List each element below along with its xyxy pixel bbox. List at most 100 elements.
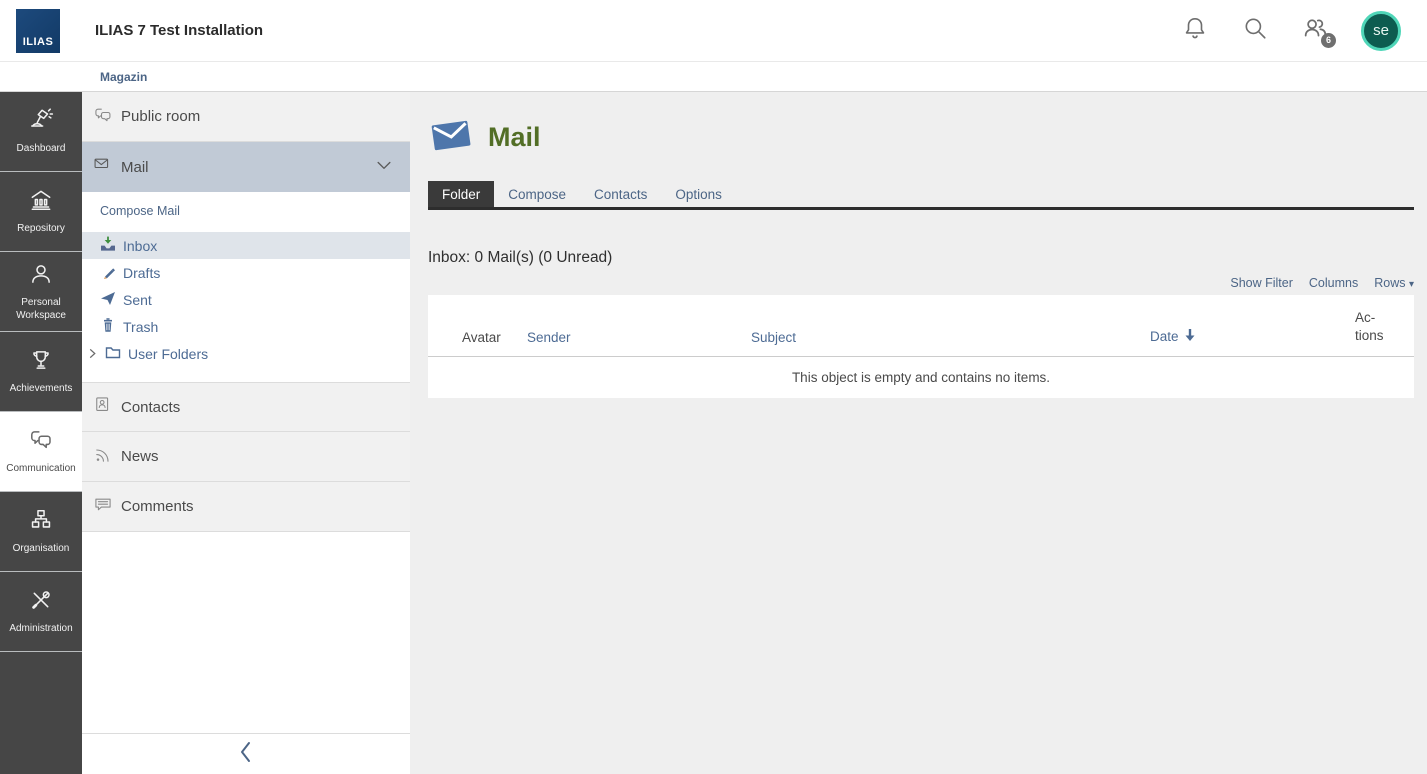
nav-label: Achievements — [10, 383, 73, 396]
chat-bubbles-icon — [28, 427, 54, 458]
folder-label: Inbox — [123, 238, 157, 254]
ilias-app: ILIAS ILIAS 7 Test Installation 6 — [0, 0, 1427, 774]
slate-item-label: Mail — [121, 159, 149, 176]
folder-item-inbox[interactable]: Inbox — [82, 232, 410, 259]
tab-compose[interactable]: Compose — [494, 181, 580, 207]
folder-item-sent[interactable]: Sent — [82, 286, 410, 313]
nav-label: Administration — [9, 623, 72, 636]
caret-down-icon: ▾ — [1409, 279, 1414, 290]
mail-envelope-icon — [428, 115, 474, 160]
date-label: Date — [1150, 329, 1179, 344]
breadcrumb-item-magazin[interactable]: Magazin — [100, 70, 147, 84]
tab-bar: Folder Compose Contacts Options — [428, 181, 1414, 210]
tab-folder[interactable]: Folder — [428, 181, 494, 207]
empty-message: This object is empty and contains no ite… — [428, 357, 1414, 398]
slate-item-contacts[interactable]: Contacts — [82, 382, 410, 432]
tab-contacts[interactable]: Contacts — [580, 181, 661, 207]
avatar-initials: se — [1373, 22, 1389, 39]
sort-desc-icon — [1184, 328, 1196, 345]
trophy-icon — [28, 347, 54, 378]
notifications-button[interactable] — [1181, 17, 1209, 45]
contact-card-icon — [93, 395, 113, 419]
tab-options[interactable]: Options — [661, 181, 736, 207]
top-icon-group: 6 se — [1181, 11, 1401, 51]
chevron-left-icon — [235, 739, 257, 770]
table-controls: Show Filter Columns Rows ▾ — [428, 276, 1414, 290]
bank-icon — [28, 187, 54, 218]
slate-item-label: News — [121, 448, 159, 465]
chat-bubbles-icon — [93, 105, 113, 129]
members-button[interactable]: 6 — [1301, 17, 1329, 45]
top-bar: ILIAS ILIAS 7 Test Installation 6 — [0, 0, 1427, 62]
col-actions: Ac-tions — [1355, 309, 1397, 345]
nav-label: Dashboard — [17, 143, 66, 156]
mail-slate: Public room Mail Compose Mail Inb — [82, 92, 410, 774]
main-content: Mail Folder Compose Contacts Options Inb… — [410, 92, 1427, 774]
rss-icon — [93, 445, 113, 469]
nav-item-dashboard[interactable]: Dashboard — [0, 92, 82, 172]
folder-label: Sent — [123, 292, 152, 308]
nav-item-organisation[interactable]: Organisation — [0, 492, 82, 572]
slate-item-comments[interactable]: Comments — [82, 482, 410, 532]
pencil-icon — [100, 263, 116, 282]
col-date[interactable]: Date — [1150, 328, 1355, 345]
app-title: ILIAS 7 Test Installation — [95, 22, 263, 39]
nav-item-personal-workspace[interactable]: Personal Workspace — [0, 252, 82, 332]
mail-folder-tree: Compose Mail Inbox Drafts — [82, 192, 410, 382]
rows-label: Rows — [1374, 276, 1405, 290]
org-chart-icon — [28, 507, 54, 538]
person-icon — [28, 261, 54, 292]
chevron-right-icon[interactable] — [87, 346, 98, 362]
col-subject[interactable]: Subject — [751, 330, 1150, 345]
search-icon — [1242, 15, 1268, 46]
main-nav: Dashboard Repository Personal Workspace — [0, 92, 82, 774]
lamp-icon — [28, 107, 54, 138]
folder-item-drafts[interactable]: Drafts — [82, 259, 410, 286]
nav-label: Communication — [6, 463, 75, 476]
rows-dropdown[interactable]: Rows ▾ — [1374, 276, 1414, 290]
nav-item-communication[interactable]: Communication — [0, 412, 82, 492]
comment-icon — [93, 495, 113, 519]
logo-text: ILIAS — [23, 36, 54, 48]
slate-item-mail[interactable]: Mail — [82, 142, 410, 192]
folder-icon — [105, 344, 121, 363]
table-header-row: Avatar Sender Subject Date Ac-tions — [428, 295, 1414, 357]
search-button[interactable] — [1241, 17, 1269, 45]
bell-icon — [1182, 15, 1208, 46]
trash-icon — [100, 317, 116, 336]
main-nav-filler — [0, 652, 82, 774]
crossed-tools-icon — [28, 587, 54, 618]
paper-plane-icon — [100, 290, 116, 309]
ilias-logo[interactable]: ILIAS — [16, 9, 60, 53]
col-sender[interactable]: Sender — [527, 330, 751, 345]
members-badge: 6 — [1321, 33, 1336, 48]
show-filter-link[interactable]: Show Filter — [1230, 276, 1293, 290]
folder-item-user-folders[interactable]: User Folders — [82, 340, 410, 367]
inbox-heading: Inbox: 0 Mail(s) (0 Unread) — [428, 249, 1414, 267]
page-head: Mail — [428, 115, 1414, 160]
nav-item-repository[interactable]: Repository — [0, 172, 82, 252]
nav-item-administration[interactable]: Administration — [0, 572, 82, 652]
folder-label: User Folders — [128, 346, 208, 362]
slate-item-public-room[interactable]: Public room — [82, 92, 410, 142]
page-title: Mail — [488, 122, 541, 153]
user-avatar[interactable]: se — [1361, 11, 1401, 51]
slate-item-news[interactable]: News — [82, 432, 410, 482]
envelope-icon — [93, 155, 113, 179]
folder-label: Trash — [123, 319, 158, 335]
nav-label: Personal Workspace — [3, 297, 79, 322]
chevron-down-icon — [374, 155, 394, 179]
folder-label: Drafts — [123, 265, 160, 281]
compose-mail-link[interactable]: Compose Mail — [82, 204, 410, 218]
mail-table: Avatar Sender Subject Date Ac-tions This… — [428, 295, 1414, 398]
nav-label: Organisation — [13, 543, 70, 556]
columns-link[interactable]: Columns — [1309, 276, 1358, 290]
slate-filler — [82, 532, 410, 733]
folder-item-trash[interactable]: Trash — [82, 313, 410, 340]
slate-item-label: Contacts — [121, 399, 180, 416]
slate-collapse-button[interactable] — [82, 733, 410, 774]
nav-item-achievements[interactable]: Achievements — [0, 332, 82, 412]
breadcrumb: Magazin — [0, 62, 1427, 92]
inbox-tray-icon — [100, 236, 116, 255]
slate-item-label: Public room — [121, 108, 200, 125]
